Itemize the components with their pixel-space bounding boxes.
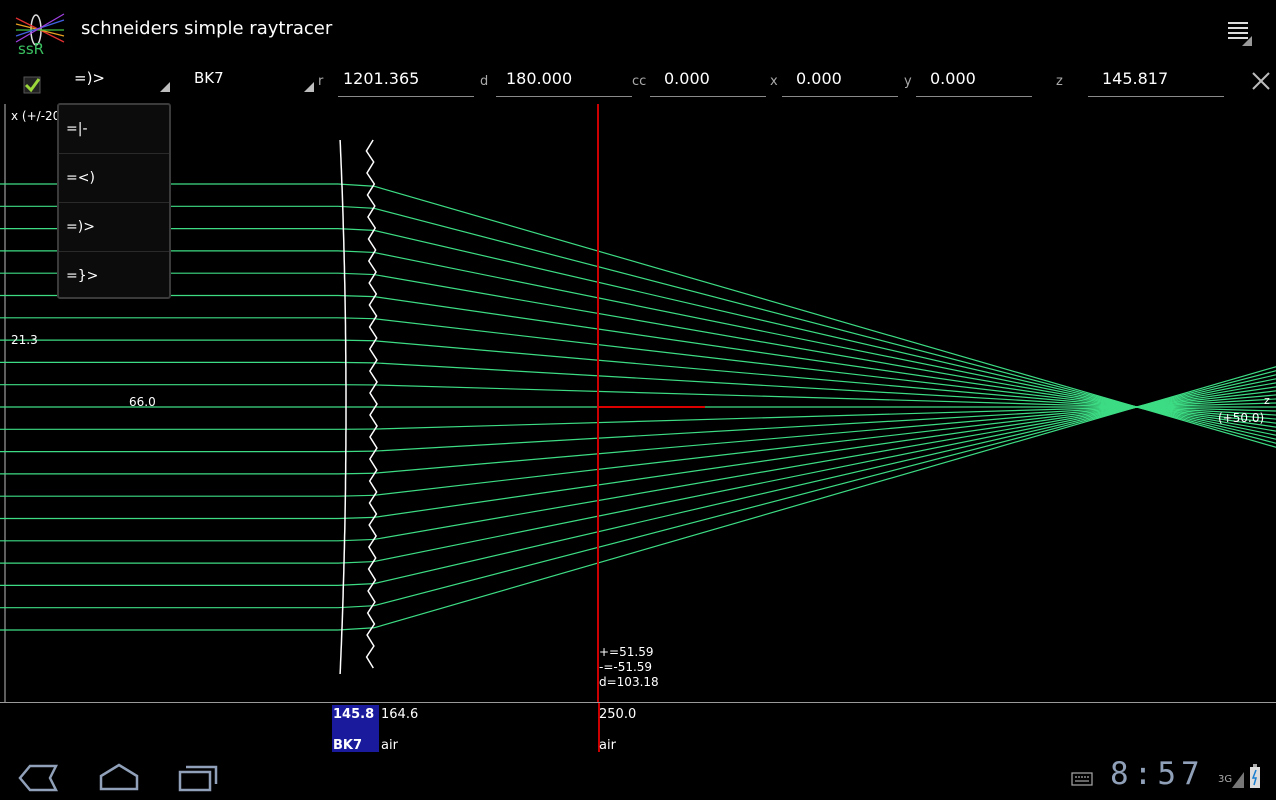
conic-value: 0.000 xyxy=(664,69,710,88)
ray-diagram xyxy=(0,104,1276,702)
internal-ray xyxy=(337,272,375,276)
internal-ray xyxy=(337,627,375,631)
thickness-input[interactable]: 180.000 xyxy=(496,66,632,97)
close-icon[interactable] xyxy=(1250,70,1272,92)
internal-ray xyxy=(337,339,375,342)
surface-type-spinner[interactable]: =)> xyxy=(60,66,172,96)
internal-ray xyxy=(337,294,375,298)
material-spinner[interactable]: BK7 xyxy=(180,66,316,96)
radius-label: r xyxy=(318,74,324,89)
dropdown-option-label: =}> xyxy=(66,268,99,284)
internal-ray xyxy=(337,317,375,320)
surface-1-material: BK7 xyxy=(333,738,363,753)
dropdown-option-concave[interactable]: =<) xyxy=(59,154,169,203)
clock: 8:57 xyxy=(1110,756,1205,792)
dropdown-option-flat[interactable]: =|- xyxy=(59,105,169,154)
z-label: z xyxy=(1056,74,1063,89)
app-title: schneiders simple raytracer xyxy=(81,18,333,39)
signal-icon xyxy=(1230,766,1244,788)
right-range-label: (+50.0) xyxy=(1218,411,1265,425)
x-input[interactable]: 0.000 xyxy=(782,66,898,97)
measurement-minus: -=-51.59 xyxy=(599,660,653,674)
app-logo-icon: ssR xyxy=(14,8,68,58)
lens-back-surface xyxy=(365,139,378,669)
internal-ray xyxy=(337,538,375,542)
surface-2-z[interactable]: 164.6 xyxy=(381,707,418,722)
surface-1-z: 145.8 xyxy=(333,707,375,722)
overflow-menu-icon[interactable] xyxy=(1226,18,1252,46)
internal-ray xyxy=(337,183,375,187)
y-input[interactable]: 0.000 xyxy=(916,66,1032,97)
dropdown-option-convex[interactable]: =)> xyxy=(59,203,169,252)
surface-3-material: air xyxy=(599,738,616,753)
surface-type-value: =)> xyxy=(74,69,105,87)
measurement-readout: +=51.59 -=-51.59 d=103.18 xyxy=(599,645,659,690)
spinner-arrow-icon xyxy=(160,82,170,92)
internal-ray xyxy=(337,494,375,497)
keyboard-icon[interactable] xyxy=(1071,771,1093,786)
svg-text:ssR: ssR xyxy=(18,40,44,56)
measurement-diameter: d=103.18 xyxy=(599,675,659,689)
surface-type-dropdown: =|- =<) =)> =}> xyxy=(57,103,171,299)
z-axis-letter: z xyxy=(1264,394,1270,407)
surface-strip: 145.8 BK7 164.6 air 250.0 air xyxy=(0,702,1276,753)
x-axis-range-label: x (+/-20 xyxy=(11,109,61,123)
surface-toolbar: =)> BK7 r 1201.365 d 180.000 cc 0.000 x … xyxy=(0,62,1276,104)
y-label: y xyxy=(904,74,912,89)
dropdown-option-label: =)> xyxy=(66,219,95,235)
mid-distance-label: 66.0 xyxy=(129,395,156,409)
internal-ray xyxy=(337,472,375,475)
material-value: BK7 xyxy=(194,69,224,87)
dropdown-option-label: =<) xyxy=(66,170,95,186)
x-value: 0.000 xyxy=(796,69,842,88)
battery-icon xyxy=(1250,764,1260,788)
dropdown-option-aspheric[interactable]: =}> xyxy=(59,252,169,300)
conic-label: cc xyxy=(632,74,647,89)
z-value: 145.817 xyxy=(1102,69,1169,88)
conic-input[interactable]: 0.000 xyxy=(650,66,766,97)
spinner-arrow-icon xyxy=(304,82,314,92)
recent-apps-icon[interactable] xyxy=(178,764,218,792)
z-input[interactable]: 145.817 xyxy=(1088,66,1224,97)
internal-ray xyxy=(337,516,375,520)
raytrace-canvas[interactable]: x (+/-20 21.3 66.0 (+50.0) z +=51.59 -=-… xyxy=(0,104,1276,702)
surface-enabled-checkbox[interactable] xyxy=(22,74,44,96)
dropdown-option-label: =|- xyxy=(66,121,88,137)
x-label: x xyxy=(770,74,778,89)
thickness-value: 180.000 xyxy=(506,69,573,88)
back-icon[interactable] xyxy=(18,764,59,792)
surface-3-z[interactable]: 250.0 xyxy=(599,707,636,722)
y-value: 0.000 xyxy=(930,69,976,88)
left-height-label: 21.3 xyxy=(11,333,38,347)
measurement-plus: +=51.59 xyxy=(599,645,654,659)
radius-value: 1201.365 xyxy=(343,69,420,88)
thickness-label: d xyxy=(480,74,489,89)
home-icon[interactable] xyxy=(98,762,140,792)
radius-input[interactable]: 1201.365 xyxy=(338,66,474,97)
surface-2-material: air xyxy=(381,738,398,753)
